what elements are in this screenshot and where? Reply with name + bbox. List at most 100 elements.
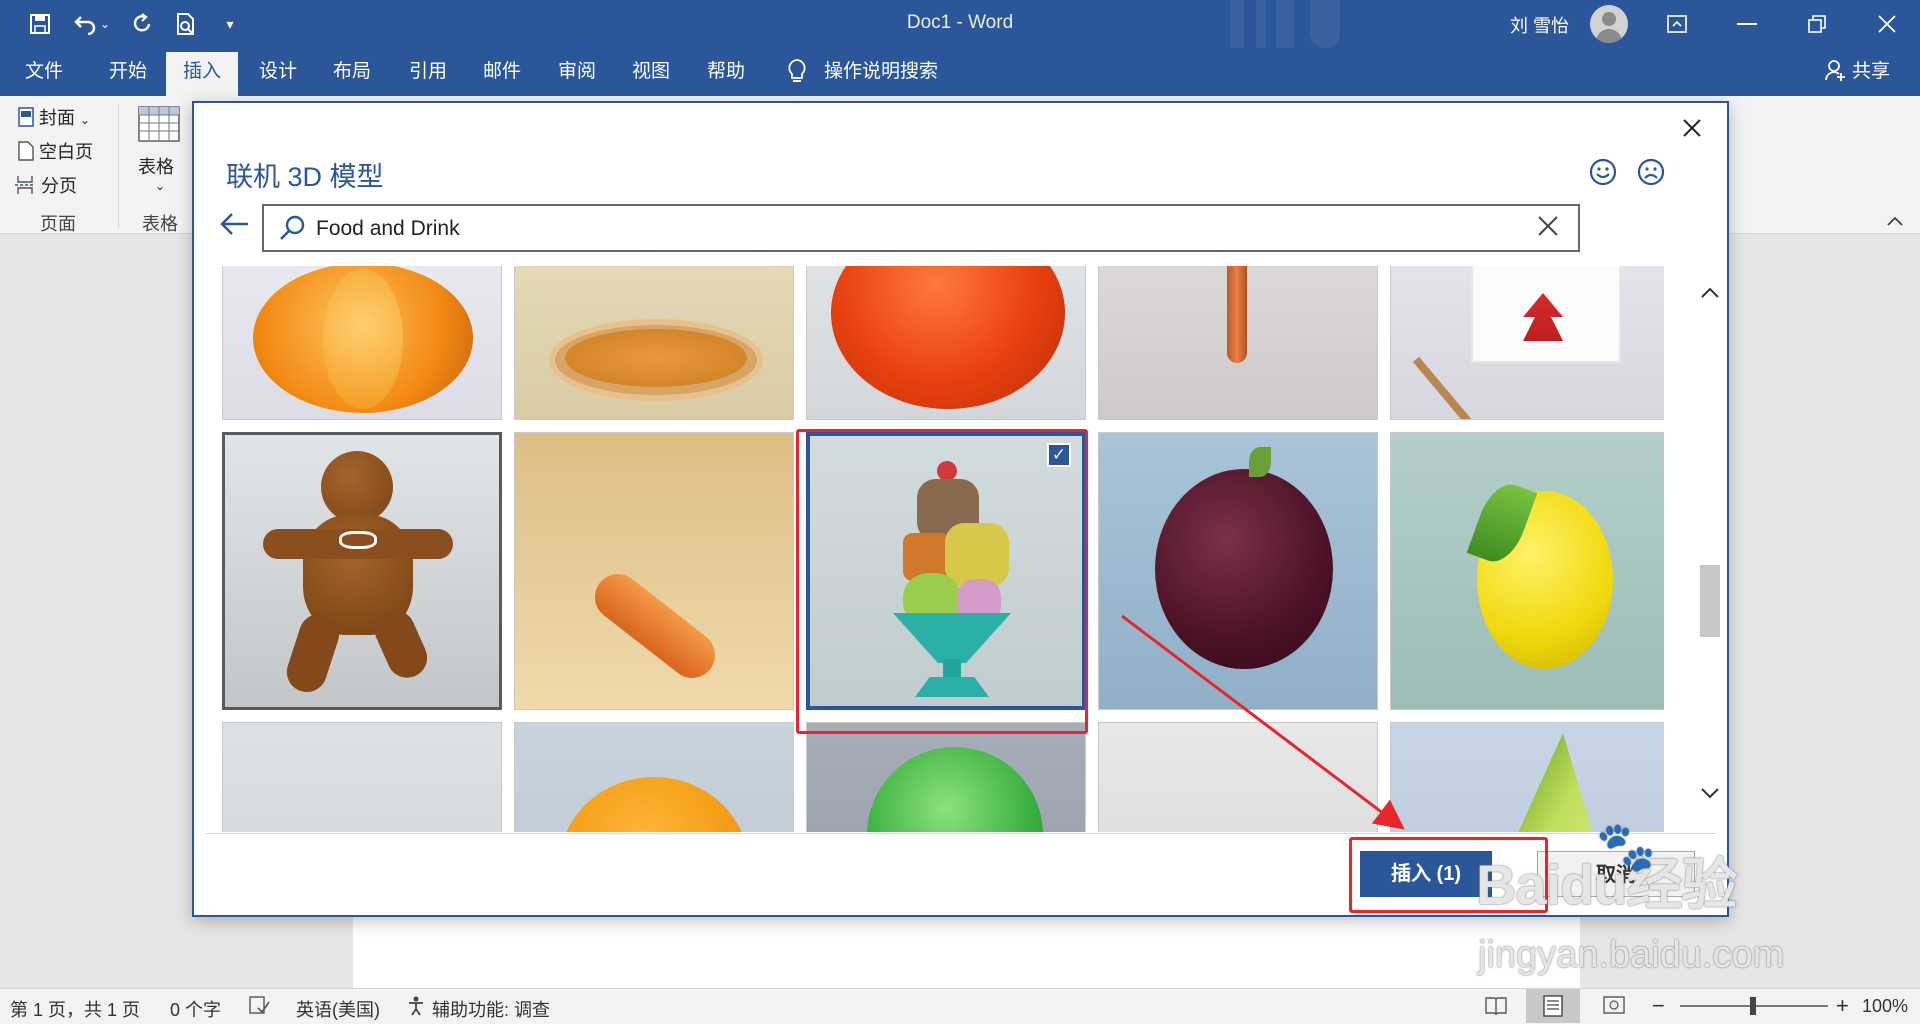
scrollbar-thumb[interactable] bbox=[1700, 565, 1720, 637]
model-tile-tomato[interactable] bbox=[806, 266, 1086, 420]
plum-shape bbox=[1155, 469, 1333, 669]
gingerbread-head bbox=[321, 451, 393, 523]
chopsticks bbox=[1412, 356, 1510, 419]
status-bar: 第 1 页，共 1 页 0 个字 英语(美国) 辅助功能: 调查 − + 100… bbox=[0, 988, 1920, 1024]
tab-layout[interactable]: 布局 bbox=[318, 48, 386, 96]
cover-page-icon bbox=[18, 107, 34, 127]
share-label: 共享 bbox=[1851, 61, 1890, 82]
clear-search-icon[interactable] bbox=[1536, 214, 1564, 242]
tab-mailings[interactable]: 邮件 bbox=[468, 48, 536, 96]
tell-me-search[interactable]: 操作说明搜索 bbox=[824, 48, 944, 96]
table-label: 表格 bbox=[138, 157, 174, 177]
dialog-title: 联机 3D 模型 bbox=[226, 162, 384, 192]
zoom-out-icon[interactable]: − bbox=[1652, 993, 1665, 1019]
language[interactable]: 英语(美国) bbox=[296, 996, 380, 1022]
highlight-selected-model bbox=[796, 429, 1088, 734]
tab-help[interactable]: 帮助 bbox=[692, 48, 760, 96]
scroll-up-icon[interactable] bbox=[1700, 285, 1724, 309]
close-icon[interactable] bbox=[1674, 111, 1710, 147]
ribbon-separator bbox=[118, 104, 119, 228]
tab-home[interactable]: 开始 bbox=[94, 48, 162, 96]
lightbulb-icon bbox=[782, 48, 812, 96]
model-tile-plain[interactable] bbox=[1098, 722, 1378, 832]
proofing-icon[interactable] bbox=[248, 994, 270, 1021]
window-title: Doc1 - Word bbox=[906, 12, 1014, 33]
baguette-shape bbox=[585, 564, 725, 688]
person-icon bbox=[1824, 60, 1845, 81]
cover-page-button[interactable]: 封面 ⌄ bbox=[18, 104, 90, 130]
page-count[interactable]: 第 1 页，共 1 页 bbox=[10, 996, 140, 1022]
page-break-label: 分页 bbox=[41, 176, 78, 196]
model-tile-carrot[interactable] bbox=[1098, 266, 1378, 420]
word-count[interactable]: 0 个字 bbox=[170, 996, 221, 1022]
table-icon bbox=[138, 106, 180, 142]
model-tile-takeout-box[interactable] bbox=[1390, 266, 1664, 420]
pie-filling bbox=[565, 329, 747, 387]
footer-divider bbox=[206, 833, 1716, 834]
table-button[interactable]: 表格 ⌄ bbox=[138, 106, 186, 193]
user-name[interactable]: 刘 雪怡 bbox=[1510, 12, 1569, 38]
tomato-shape bbox=[831, 266, 1065, 409]
print-layout-icon[interactable] bbox=[1526, 989, 1580, 1023]
tab-design[interactable]: 设计 bbox=[244, 48, 312, 96]
tab-view[interactable]: 视图 bbox=[617, 48, 685, 96]
restore-icon[interactable] bbox=[1782, 0, 1852, 48]
plum-leaf bbox=[1249, 447, 1271, 477]
model-tile-pie[interactable] bbox=[514, 266, 794, 420]
tab-references[interactable]: 引用 bbox=[394, 48, 462, 96]
blank-page-icon bbox=[18, 141, 34, 161]
read-mode-icon[interactable] bbox=[1484, 995, 1508, 1022]
model-tile-lemon[interactable] bbox=[1390, 432, 1664, 710]
ribbon-tabs: 文件 开始 插入 设计 布局 引用 邮件 审阅 视图 帮助 操作说明搜索 共享 bbox=[0, 48, 1920, 96]
model-tile-plum[interactable] bbox=[1098, 432, 1378, 710]
avatar[interactable] bbox=[1590, 5, 1628, 43]
model-tile-avocado[interactable] bbox=[1390, 722, 1664, 832]
model-tile-gingerbread-man[interactable] bbox=[222, 432, 502, 710]
watermark-url: jingyan.baidu.com bbox=[1478, 934, 1785, 976]
share-button[interactable]: 共享 bbox=[1824, 48, 1890, 96]
accessibility-icon[interactable] bbox=[406, 995, 428, 1022]
zoom-in-icon[interactable]: + bbox=[1836, 993, 1849, 1019]
page-break-button[interactable]: 分页 bbox=[14, 172, 77, 198]
title-bar: ⌄ ▾ Doc1 - Word 刘 雪怡 bbox=[0, 0, 1920, 48]
tab-file[interactable]: 文件 bbox=[10, 48, 78, 96]
search-input[interactable]: Food and Drink bbox=[316, 217, 460, 241]
table-group-label: 表格 bbox=[142, 214, 178, 234]
search-box[interactable]: Food and Drink bbox=[262, 204, 1580, 252]
close-window-icon[interactable] bbox=[1852, 0, 1920, 48]
frown-icon[interactable] bbox=[1636, 157, 1670, 191]
tab-review[interactable]: 审阅 bbox=[543, 48, 611, 96]
tab-insert[interactable]: 插入 bbox=[166, 52, 238, 96]
zoom-slider-thumb[interactable] bbox=[1750, 997, 1756, 1015]
zoom-level[interactable]: 100% bbox=[1862, 996, 1908, 1017]
accessibility-status[interactable]: 辅助功能: 调查 bbox=[432, 996, 550, 1022]
back-arrow-icon[interactable] bbox=[220, 212, 256, 248]
model-tile-burger-bun[interactable] bbox=[514, 722, 794, 832]
blank-page-label: 空白页 bbox=[39, 142, 94, 162]
pages-group-label: 页面 bbox=[40, 214, 76, 234]
minimize-icon[interactable] bbox=[1712, 0, 1782, 48]
ribbon-display-icon[interactable] bbox=[1642, 0, 1712, 48]
smile-icon[interactable] bbox=[1588, 157, 1622, 191]
chevron-down-icon: ⌄ bbox=[154, 179, 166, 193]
model-tile-blank[interactable] bbox=[222, 722, 502, 832]
green-ball-shape bbox=[867, 747, 1043, 832]
gingerbread-bow bbox=[339, 531, 377, 549]
burger-bun-shape bbox=[559, 777, 749, 832]
blank-page-button[interactable]: 空白页 bbox=[18, 138, 93, 164]
page-break-icon bbox=[15, 176, 35, 194]
search-icon bbox=[278, 214, 308, 244]
avocado-shape bbox=[1491, 733, 1611, 832]
zoom-slider[interactable] bbox=[1680, 997, 1828, 1015]
gallery-scrollbar[interactable] bbox=[1700, 285, 1724, 805]
watermark-paw-icon: 🐾 bbox=[1596, 821, 1656, 874]
carrot-shape bbox=[1227, 266, 1247, 363]
collapse-ribbon-icon[interactable] bbox=[1886, 214, 1908, 230]
model-tile-pumpkin[interactable] bbox=[222, 266, 502, 420]
cover-page-label: 封面 bbox=[39, 108, 76, 128]
model-tile-baguette[interactable] bbox=[514, 432, 794, 710]
model-tile-green-ball[interactable] bbox=[806, 722, 1086, 832]
web-layout-icon[interactable] bbox=[1602, 995, 1626, 1022]
scroll-down-icon[interactable] bbox=[1700, 785, 1724, 809]
pumpkin-rib bbox=[323, 269, 403, 409]
